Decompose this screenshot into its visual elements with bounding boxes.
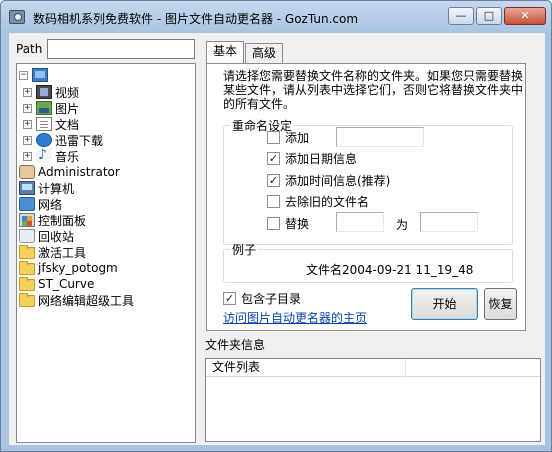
computer-icon	[19, 181, 35, 195]
add-date-label: 添加日期信息	[285, 152, 358, 166]
camera-icon	[9, 10, 25, 24]
include-subdirs-checkbox[interactable]: ✓ 包含子目录	[223, 290, 301, 307]
maximize-button[interactable]: □	[476, 7, 502, 25]
tree-item[interactable]: Administrator	[19, 164, 120, 180]
tree-item-label: 网络编辑超级工具	[38, 293, 135, 308]
homepage-link[interactable]: 访问图片自动更名器的主页	[223, 309, 367, 326]
add-checkbox[interactable]: 添加	[267, 129, 309, 146]
replace-to-input[interactable]	[420, 212, 478, 232]
expand-icon[interactable]: +	[23, 87, 32, 97]
replace-check-box[interactable]	[267, 217, 280, 230]
music-folder-icon	[36, 147, 52, 163]
restore-button[interactable]: 恢复	[484, 288, 517, 320]
expand-icon[interactable]: +	[23, 135, 32, 145]
folder-icon	[19, 261, 35, 275]
folder-icon	[19, 277, 35, 291]
path-label: Path	[16, 42, 43, 56]
file-list-header: 文件列表	[206, 359, 540, 377]
tree-item-label: 迅雷下载	[55, 133, 104, 148]
tree-item[interactable]: 网络	[19, 196, 62, 212]
replace-label: 替换	[285, 217, 310, 231]
add-time-checkbox[interactable]: ✓ 添加时间信息(推荐)	[267, 172, 390, 189]
tree-item-label: 回收站	[38, 229, 75, 244]
add-time-label: 添加时间信息(推荐)	[285, 174, 391, 188]
add-date-check-box[interactable]: ✓	[267, 152, 280, 165]
tree-item-label: 视频	[55, 85, 80, 100]
pictures-folder-icon	[36, 101, 52, 115]
recycle-bin-icon	[19, 229, 35, 243]
tree-item[interactable]: jfsky_potogm	[19, 260, 118, 276]
desktop-icon	[32, 68, 48, 82]
add-time-check-box[interactable]: ✓	[267, 174, 280, 187]
path-input[interactable]	[47, 39, 195, 59]
tree-item[interactable]: 激活工具	[19, 244, 86, 260]
remove-old-check-box[interactable]	[267, 195, 280, 208]
folder-icon	[19, 293, 35, 307]
minimize-button[interactable]: —	[448, 7, 474, 25]
tree-item[interactable]: 网络编辑超级工具	[19, 292, 134, 308]
client-area: Path − + 视频 + 图片 + 文档 + 迅雷下载 + 音乐Administrator 计算机…	[9, 33, 545, 445]
tree-item[interactable]: + 迅雷下载	[23, 132, 103, 148]
column-header-file-list[interactable]: 文件列表	[206, 359, 406, 377]
tree-item[interactable]: 回收站	[19, 228, 74, 244]
tree-item-label: ST_Curve	[38, 277, 95, 291]
expand-icon[interactable]: +	[23, 103, 32, 113]
tree-item[interactable]: + 视频	[23, 84, 79, 100]
remove-old-name-checkbox[interactable]: 去除旧的文件名	[267, 193, 369, 210]
tree-item-label: 图片	[55, 101, 80, 116]
tree-item[interactable]: 计算机	[19, 180, 74, 196]
tree-item-label: 网络	[38, 197, 63, 212]
replace-from-input[interactable]	[336, 212, 384, 232]
add-text-input[interactable]	[336, 127, 424, 147]
add-check-box[interactable]	[267, 131, 280, 144]
example-filename: 文件名2004-09-21 11_19_48	[306, 263, 474, 277]
window-title: 数码相机系列免费软件 - 图片文件自动更名器 - GozTun.com	[33, 12, 359, 26]
instructions-text: 请选择您需要替换文件名称的文件夹。如果您只需要替换某些文件，请从列表中选择它们，…	[223, 69, 524, 111]
documents-folder-icon	[36, 117, 52, 131]
expand-icon[interactable]: +	[23, 119, 32, 129]
tree-item-label: 文档	[55, 117, 80, 132]
tree-item[interactable]: 控制面板	[19, 212, 86, 228]
tree-item-label: 激活工具	[38, 245, 87, 260]
user-folder-icon	[19, 165, 35, 179]
tree-item[interactable]: + 音乐	[23, 147, 80, 164]
tree-item-label: jfsky_potogm	[38, 261, 118, 275]
tree-item-label: 音乐	[55, 149, 80, 164]
replace-checkbox[interactable]: 替换	[267, 215, 309, 232]
collapse-icon[interactable]: −	[19, 70, 28, 80]
include-subdirs-check-box[interactable]: ✓	[223, 292, 236, 305]
tree-item[interactable]: + 文档	[23, 116, 79, 132]
title-bar[interactable]: 数码相机系列免费软件 - 图片文件自动更名器 - GozTun.com — □ …	[1, 1, 551, 33]
start-button[interactable]: 开始	[411, 288, 478, 320]
tree-item-label: 计算机	[38, 181, 75, 196]
include-subdirs-label: 包含子目录	[241, 292, 302, 306]
folder-icon	[19, 245, 35, 259]
add-label: 添加	[285, 131, 310, 145]
column-header-extra[interactable]	[406, 359, 540, 377]
remove-old-label: 去除旧的文件名	[285, 195, 370, 209]
app-window: 数码相机系列免费软件 - 图片文件自动更名器 - GozTun.com — □ …	[0, 0, 552, 452]
tree-item[interactable]: ST_Curve	[19, 276, 94, 292]
tab-basic[interactable]: 基本	[206, 41, 245, 63]
add-date-checkbox[interactable]: ✓ 添加日期信息	[267, 150, 357, 167]
tree-root-desktop[interactable]: −	[19, 67, 51, 83]
folder-info-label: 文件夹信息	[205, 338, 266, 352]
tree-item-label: 控制面板	[38, 213, 87, 228]
tree-item[interactable]: + 图片	[23, 100, 79, 116]
tab-advanced[interactable]: 高级	[245, 43, 284, 63]
expand-icon[interactable]: +	[23, 151, 32, 161]
video-folder-icon	[36, 85, 52, 99]
folder-tree[interactable]: − + 视频 + 图片 + 文档 + 迅雷下载 + 音乐Administrator 计算机网络控制面…	[16, 63, 196, 443]
replace-to-label: 为	[396, 218, 409, 232]
tree-item-label: Administrator	[38, 165, 120, 179]
control-panel-icon	[19, 213, 35, 227]
thunder-download-icon	[36, 133, 52, 147]
file-list[interactable]: 文件列表	[205, 358, 541, 442]
example-legend: 例子	[232, 243, 257, 257]
close-button[interactable]: ✕	[504, 7, 546, 25]
network-icon	[19, 197, 35, 211]
